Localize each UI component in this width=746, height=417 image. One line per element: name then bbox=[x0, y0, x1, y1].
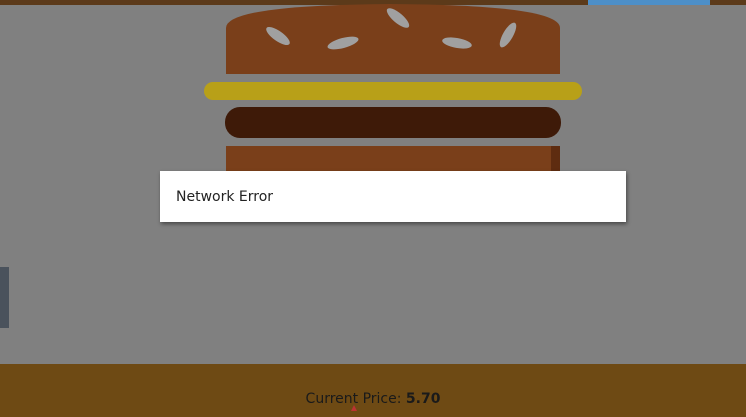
price-value: 5.70 bbox=[405, 391, 441, 407]
side-handle[interactable] bbox=[0, 267, 9, 328]
price-footer: Current Price: 5.70 bbox=[0, 364, 746, 417]
error-dialog: Network Error bbox=[160, 171, 626, 222]
patty-layer bbox=[225, 107, 561, 138]
error-message: Network Error bbox=[176, 188, 274, 205]
bottom-bun bbox=[226, 146, 560, 174]
cheese-layer bbox=[204, 82, 582, 100]
current-price: Current Price: 5.70 bbox=[306, 391, 441, 407]
app-window: Network Error Current Price: 5.70 bbox=[0, 0, 746, 417]
mouse-cursor-icon bbox=[351, 405, 357, 411]
